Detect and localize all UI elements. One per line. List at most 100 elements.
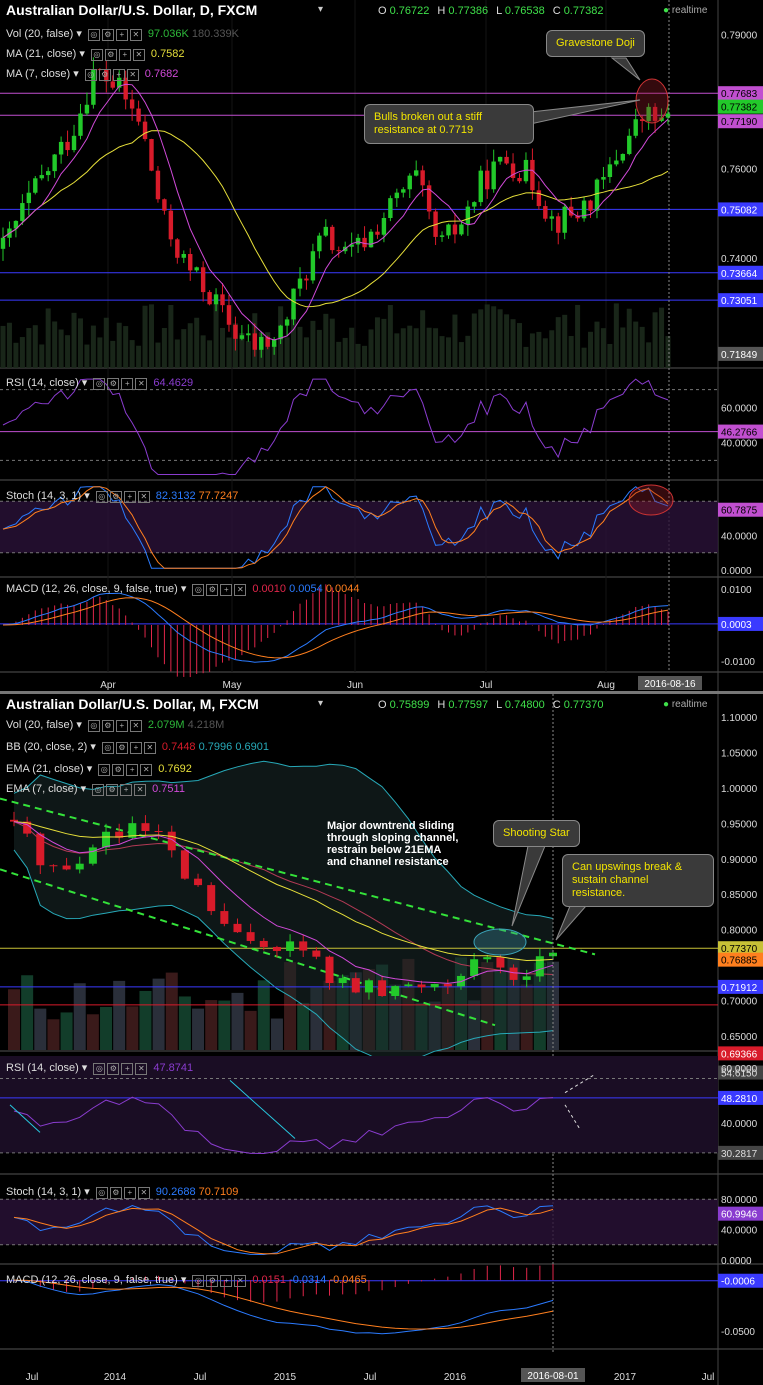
- daily-candle: [33, 178, 38, 193]
- ema7-legend[interactable]: EMA (7, close) ▾ ◎ ⚙ + ✕ 0.7511: [6, 782, 185, 796]
- monthly-volume-bar: [165, 972, 178, 1050]
- daily-time-tick: May: [223, 680, 242, 691]
- monthly-stoch-tick: 40.0000: [721, 1226, 758, 1237]
- daily-volume-bar: [32, 325, 38, 368]
- daily-volume-bar: [465, 335, 471, 368]
- ma7-legend[interactable]: MA (7, close) ▾ ◎ ⚙ + ✕ 0.7682: [6, 67, 178, 81]
- daily-volume-bar: [200, 335, 206, 368]
- daily-volume-bar: [504, 314, 510, 368]
- daily-candle: [317, 235, 322, 252]
- daily-volume-bar: [484, 304, 490, 368]
- daily-volume-bar: [110, 340, 116, 368]
- daily-volume-bar: [517, 323, 523, 368]
- shooting-star-highlight: [473, 928, 527, 956]
- monthly-volume-bar: [73, 983, 86, 1050]
- daily-candle: [136, 108, 141, 122]
- daily-volume-bar: [523, 346, 529, 368]
- daily-volume-bar: [400, 328, 406, 368]
- daily-volume-bar: [491, 306, 497, 368]
- daily-price-tick: 0.71849: [721, 350, 758, 361]
- monthly-time-tick: Jul: [364, 1372, 377, 1383]
- monthly-price-tick: 0.90000: [721, 855, 758, 866]
- daily-candle: [504, 156, 509, 164]
- daily-volume-bar: [458, 342, 464, 368]
- daily-candle: [149, 139, 154, 171]
- monthly-candle: [180, 850, 189, 879]
- monthly-candle: [194, 878, 203, 886]
- macd-legend[interactable]: MACD (12, 26, close, 9, false, true) ▾ ◎ ⚙…: [6, 582, 359, 596]
- monthly-candle: [483, 957, 492, 960]
- daily-candle: [142, 121, 148, 140]
- monthly-time-tick: 2017: [614, 1372, 637, 1383]
- monthly-time-tick: 2016: [444, 1372, 467, 1383]
- macd-legend-2[interactable]: MACD (12, 26, close, 9, false, true) ▾ ◎ ⚙…: [6, 1273, 367, 1287]
- daily-macd-tick: -0.0100: [721, 657, 755, 668]
- monthly-candle: [272, 946, 281, 951]
- monthly-volume-bar: [218, 1000, 231, 1050]
- daily-candle: [291, 288, 296, 320]
- monthly-price-tick: 1.10000: [721, 713, 758, 724]
- daily-volume-bar: [161, 328, 167, 368]
- daily-volume-bar: [613, 303, 619, 368]
- daily-volume-bar: [549, 330, 555, 368]
- daily-candle: [175, 239, 180, 258]
- daily-candle: [368, 231, 374, 248]
- monthly-date-tag: 2016-08-01: [527, 1371, 579, 1382]
- daily-candle: [155, 170, 161, 200]
- title-dropdown-icon[interactable]: ▾: [318, 4, 323, 15]
- daily-candle: [543, 206, 548, 219]
- daily-ohlc: O 0.76722 H 0.77386 L 0.76538 C 0.77382: [378, 5, 604, 17]
- daily-volume-bar: [103, 317, 109, 368]
- monthly-price-tick: 0.65000: [721, 1032, 758, 1043]
- gravestone-doji-callout: Gravestone Doji: [546, 30, 645, 57]
- daily-candle: [323, 226, 329, 236]
- monthly-price-tick: 1.00000: [721, 784, 758, 795]
- daily-volume-bar: [633, 321, 639, 368]
- monthly-candle: [233, 923, 242, 933]
- daily-volume-bar: [381, 318, 387, 368]
- daily-candle: [478, 170, 483, 203]
- monthly-candle: [430, 983, 439, 988]
- monthly-candle: [49, 865, 58, 867]
- daily-volume-bar: [303, 337, 309, 368]
- daily-candle: [556, 216, 561, 233]
- ma21-legend[interactable]: MA (21, close) ▾ ◎ ⚙ + ✕ 0.7582: [6, 47, 185, 61]
- monthly-volume-bar: [86, 1014, 99, 1050]
- daily-chart: 0.790000.776830.773820.770000.771900.760…: [0, 0, 763, 692]
- title-dropdown-icon-2[interactable]: ▾: [318, 698, 323, 709]
- daily-volume-bar: [71, 312, 77, 368]
- daily-price-tick: 0.79000: [721, 30, 758, 41]
- daily-volume-bar: [39, 344, 45, 368]
- daily-candle: [239, 335, 245, 339]
- daily-volume-bar: [97, 337, 103, 368]
- monthly-volume-bar: [205, 1000, 218, 1050]
- daily-candle: [407, 175, 412, 190]
- rsi-legend-2[interactable]: RSI (14, close) ▾ ◎ ⚙ + ✕ 47.8741: [6, 1061, 193, 1075]
- daily-volume-bar: [45, 308, 51, 368]
- daily-candle: [472, 202, 477, 207]
- bb-legend[interactable]: BB (20, close, 2) ▾ ◎ ⚙ + ✕ 0.7448 0.7996 0.6…: [6, 740, 269, 754]
- daily-candle: [188, 254, 193, 271]
- monthly-price-tick: 0.80000: [721, 926, 758, 937]
- monthly-candle: [404, 984, 413, 987]
- daily-candle: [465, 206, 471, 225]
- daily-volume-bar: [562, 314, 568, 368]
- daily-rsi-tag: 46.2766: [721, 428, 758, 439]
- vol-legend-2[interactable]: Vol (20, false) ▾ ◎ ⚙ + ✕ 2.079M 4.218M: [6, 718, 224, 732]
- ema21-legend[interactable]: EMA (21, close) ▾ ◎ ⚙ + ✕ 0.7692: [6, 762, 192, 776]
- daily-candle: [233, 324, 238, 339]
- daily-candle: [200, 267, 206, 293]
- monthly-candle: [141, 823, 150, 832]
- daily-volume-bar: [323, 313, 329, 368]
- stoch-legend[interactable]: Stoch (14, 3, 1) ▾ ◎ ⚙ + ✕ 82.3132 77.7247: [6, 489, 238, 503]
- daily-volume-bar: [349, 327, 355, 368]
- stoch-legend-2[interactable]: Stoch (14, 3, 1) ▾ ◎ ⚙ + ✕ 90.2688 70.7109: [6, 1185, 238, 1199]
- monthly-candle: [443, 983, 452, 987]
- monthly-candle: [102, 831, 111, 848]
- daily-volume-bar: [568, 335, 574, 368]
- rsi-legend[interactable]: RSI (14, close) ▾ ◎ ⚙ + ✕ 64.4629: [6, 376, 193, 390]
- daily-time-tick: Apr: [100, 680, 116, 691]
- vol-legend[interactable]: Vol (20, false) ▾ ◎ ⚙ + ✕ 97.036K 180.339K: [6, 27, 239, 41]
- daily-volume-bar: [65, 335, 71, 368]
- daily-volume-bar: [646, 342, 652, 368]
